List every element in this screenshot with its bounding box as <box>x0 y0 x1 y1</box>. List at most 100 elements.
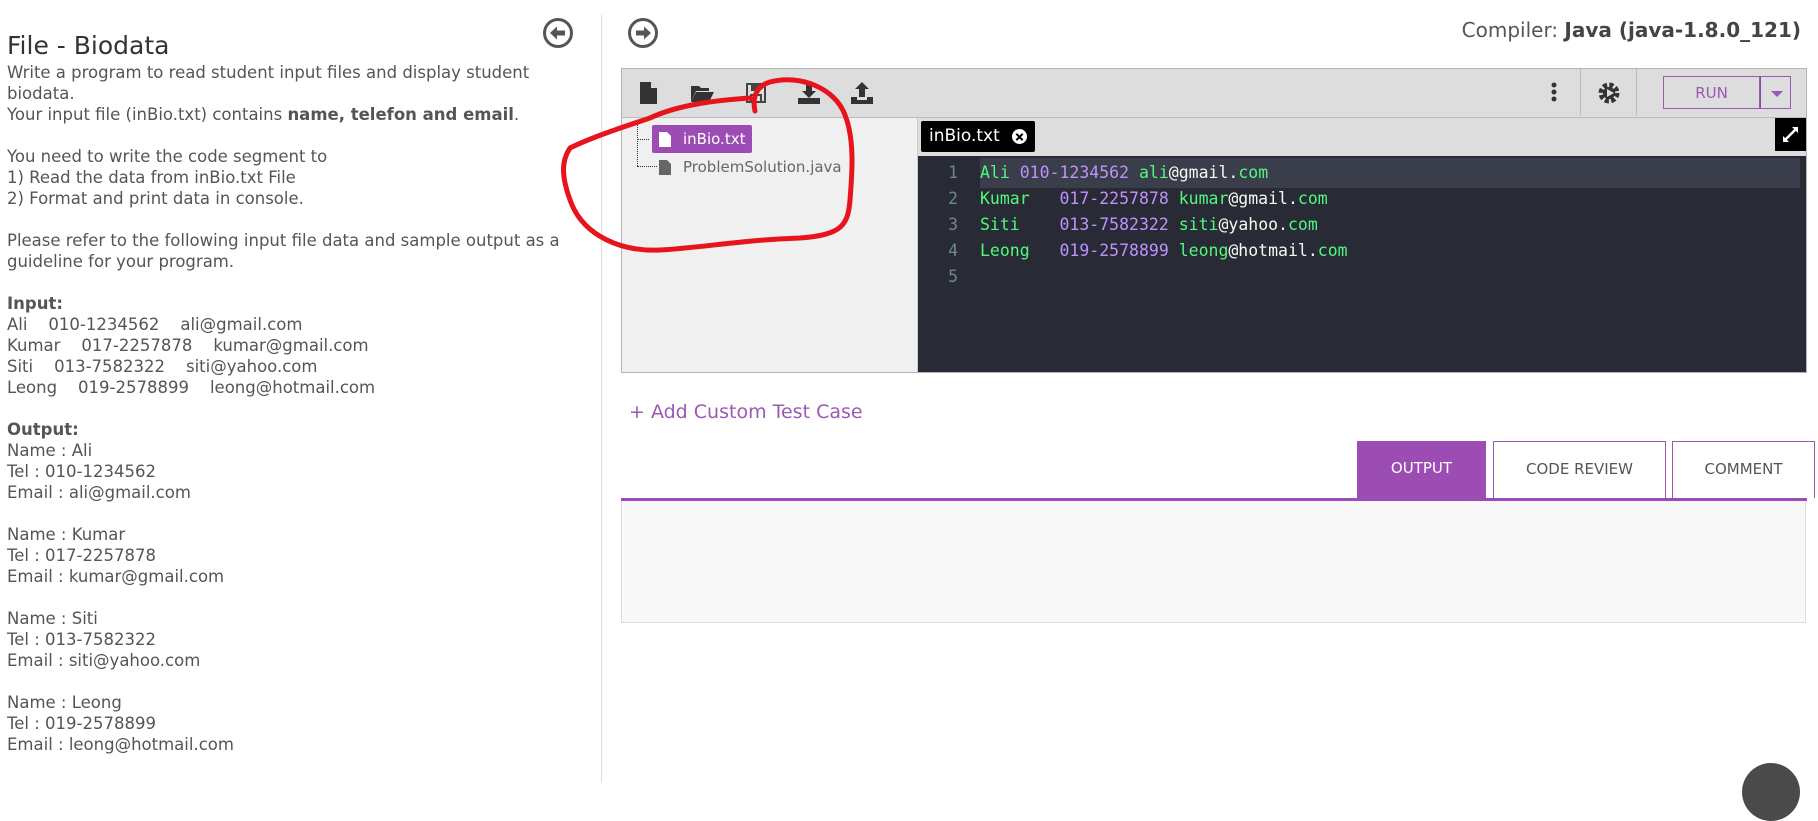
code-token: siti <box>1178 215 1219 234</box>
description-line: Name : Siti <box>7 608 567 629</box>
compiler-info: Compiler: Java (java-1.8.0_121) <box>1462 18 1801 42</box>
description-text: Please refer to the following input file… <box>7 231 565 271</box>
run-options-dropdown[interactable] <box>1760 76 1791 109</box>
code-token: 019-2578899 <box>1059 241 1179 260</box>
code-content[interactable]: 1 Ali 010-1234562 ali@gmail.com 2 Kumar 017… <box>918 156 1806 372</box>
problem-panel: File - Biodata Write a program to read s… <box>0 0 600 783</box>
description-text: Name : Kumar <box>7 525 126 544</box>
tab-output[interactable]: OUTPUT <box>1357 441 1486 498</box>
code-token: Leong <box>980 241 1060 260</box>
close-icon[interactable] <box>1011 129 1027 144</box>
line-number: 5 <box>948 267 958 286</box>
save-icon[interactable] <box>743 80 769 106</box>
floating-action-button[interactable] <box>1742 763 1800 821</box>
editor-tab-inbio[interactable]: inBio.txt <box>921 121 1035 152</box>
code-token: com <box>1317 241 1348 260</box>
download-icon[interactable] <box>796 80 822 106</box>
description-text: Tel : 013-7582322 <box>7 630 156 649</box>
description-text: Email : leong@hotmail.com <box>7 735 234 754</box>
gear-run-icon[interactable] <box>1596 80 1622 106</box>
problem-description: Write a program to read student input fi… <box>7 62 567 755</box>
description-line: Write a program to read student input fi… <box>7 62 567 104</box>
description-line: Tel : 017-2257878 <box>7 545 567 566</box>
code-line[interactable]: 5 <box>918 262 1806 292</box>
description-text: Your input file (inBio.txt) contains <box>7 105 288 124</box>
description-text: . <box>513 105 520 124</box>
editor-tab-label: inBio.txt <box>929 126 1000 146</box>
tab-code-review[interactable]: CODE REVIEW <box>1493 441 1666 498</box>
editor-tab-bar: inBio.txt <box>918 118 1806 156</box>
code-token: Siti <box>980 215 1060 234</box>
ide: RUN inBio.txt ProblemSolution.java inBio… <box>621 68 1807 373</box>
description-line: You need to write the code segment to <box>7 146 567 167</box>
file-name: inBio.txt <box>683 130 746 148</box>
description-text: Write a program to read student input fi… <box>7 63 535 103</box>
code-token: 017-2257878 <box>1059 189 1179 208</box>
description-text: Tel : 010-1234562 <box>7 462 156 481</box>
file-icon <box>659 131 671 147</box>
problem-title: File - Biodata <box>7 30 170 60</box>
description-text: Email : siti@yahoo.com <box>7 651 201 670</box>
code-token: Kumar <box>980 189 1060 208</box>
description-text: 1) Read the data from inBio.txt File <box>7 168 296 187</box>
panel-divider[interactable] <box>601 15 602 783</box>
description-text: Email : ali@gmail.com <box>7 483 191 502</box>
description-text: Tel : 019-2578899 <box>7 714 156 733</box>
description-text: 2) Format and print data in console. <box>7 189 304 208</box>
description-text: Ali 010-1234562 ali@gmail.com <box>7 315 303 334</box>
toolbar-separator <box>1636 69 1637 115</box>
description-text: Siti 013-7582322 siti@yahoo.com <box>7 357 318 376</box>
description-bold-text: Output: <box>7 420 79 439</box>
fullscreen-button[interactable] <box>1775 118 1806 151</box>
run-button[interactable]: RUN <box>1663 76 1760 109</box>
new-file-icon[interactable] <box>636 80 662 106</box>
description-line: Email : kumar@gmail.com <box>7 566 567 587</box>
toolbar-separator <box>1580 69 1581 115</box>
description-line: Kumar 017-2257878 kumar@gmail.com <box>7 335 567 356</box>
code-token: 010-1234562 <box>1019 163 1139 182</box>
code-token: com <box>1297 189 1328 208</box>
upload-icon[interactable] <box>849 80 875 106</box>
tab-comment[interactable]: COMMENT <box>1672 441 1815 498</box>
code-editor[interactable]: inBio.txt 1 Ali 010-1234562 ali@gmail.com… <box>918 118 1806 372</box>
description-text: Email : kumar@gmail.com <box>7 567 225 586</box>
add-custom-test-case-link[interactable]: + Add Custom Test Case <box>629 401 863 423</box>
description-line: Email : ali@gmail.com <box>7 482 567 503</box>
code-token: Ali <box>980 163 1020 182</box>
file-tree-item-problemsolution[interactable]: ProblemSolution.java <box>659 155 842 179</box>
description-line: Output: <box>7 419 567 440</box>
arrow-right-circle-icon <box>628 18 658 48</box>
description-line: Name : Ali <box>7 440 567 461</box>
file-tree-item-inbio[interactable]: inBio.txt <box>652 125 753 153</box>
code-token: ali <box>1138 163 1169 182</box>
file-icon <box>659 159 671 175</box>
more-vertical-icon[interactable] <box>1541 80 1567 106</box>
code-token: 013-7582322 <box>1059 215 1179 234</box>
description-bold-text: name, telefon and email <box>287 105 514 124</box>
expand-panel-button[interactable] <box>627 17 659 49</box>
code-token: com <box>1288 215 1318 234</box>
compiler-label: Compiler: <box>1461 18 1565 42</box>
arrow-left-circle-icon <box>543 18 573 48</box>
tree-connector <box>637 124 638 166</box>
description-text: Name : Siti <box>7 609 98 628</box>
collapse-panel-button[interactable] <box>542 17 574 49</box>
description-text: Tel : 017-2257878 <box>7 546 156 565</box>
ide-toolbar: RUN <box>622 69 1806 118</box>
description-line: Tel : 013-7582322 <box>7 629 567 650</box>
description-text: You need to write the code segment to <box>7 147 328 166</box>
open-folder-icon[interactable] <box>689 80 715 106</box>
output-panel <box>621 501 1806 623</box>
compiler-value: Java (java-1.8.0_121) <box>1564 18 1801 42</box>
code-token: @hotmail. <box>1228 241 1318 260</box>
description-line: Name : Kumar <box>7 524 567 545</box>
description-line: Name : Leong <box>7 692 567 713</box>
description-text: Name : Leong <box>7 693 122 712</box>
description-line: 1) Read the data from inBio.txt File <box>7 167 567 188</box>
tree-connector <box>637 139 649 140</box>
description-bold-text: Input: <box>7 294 63 313</box>
description-line: Input: <box>7 293 567 314</box>
